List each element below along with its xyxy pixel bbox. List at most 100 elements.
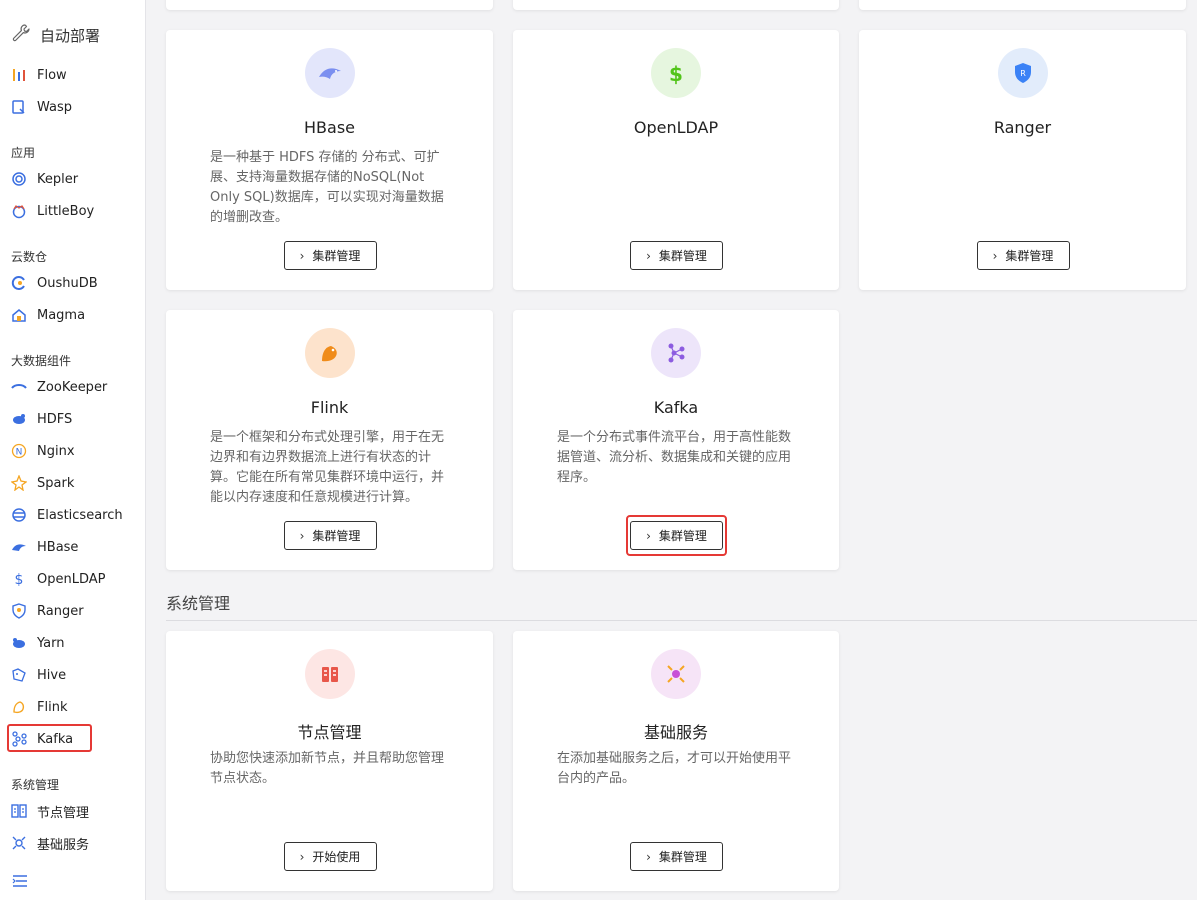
hbase-icon [10,538,28,556]
cluster-manage-button[interactable]: › 集群管理 [630,842,723,871]
card-hbase: HBase 是一种基于 HDFS 存储的 分布式、可扩展、支持海量数据存储的No… [166,30,493,290]
card-description: 协助您快速添加新节点，并且帮助您管理节点状态。 [210,751,445,786]
sidebar-section-system: 系统管理 [11,778,60,792]
sidebar-item-flow[interactable]: Flow [10,63,136,87]
sidebar-item-label: ZooKeeper [37,379,108,395]
base-service-icon [10,834,28,852]
sidebar-item-label: Hive [37,667,67,683]
oushudb-icon [10,274,28,292]
button-label: 集群管理 [1005,249,1054,263]
section-title-system: 系统管理 [166,594,231,613]
card-openldap: $ OpenLDAP › 集群管理 [513,30,839,290]
chevron-right-icon: › [299,849,305,864]
node-management-logo-icon [304,649,355,699]
sidebar-item-magma[interactable]: Magma [10,303,136,327]
sidebar-item-openldap[interactable]: $ OpenLDAP [10,567,136,591]
start-using-button[interactable]: › 开始使用 [283,842,377,871]
chevron-right-icon: › [646,248,651,263]
cluster-manage-button[interactable]: › 集群管理 [283,521,377,550]
card-description: 是一个分布式事件流平台，用于高性能数据管道、流分析、数据集成和关键的应用程序。 [557,430,792,485]
button-label: 集群管理 [658,249,707,263]
sidebar-brand-label: 自动部署 [40,26,101,45]
sidebar: 自动部署 Flow Wasp 应用 Kepler LittleBoy 云数仓 O… [0,0,146,900]
sidebar-kafka-highlight-box [7,724,92,752]
sidebar-item-spark[interactable]: Spark [10,471,136,495]
sidebar-item-label: HDFS [37,411,73,427]
sidebar-item-flink[interactable]: Flink [10,695,136,719]
sidebar-item-label: Elasticsearch [37,507,123,523]
hbase-logo-icon [304,48,355,98]
sidebar-item-label: Flink [37,699,68,715]
card-title: OpenLDAP [633,118,719,137]
sidebar-item-nginx[interactable]: N Nginx [10,439,136,463]
card-title: Flink [310,398,349,417]
cluster-manage-button[interactable]: › 集群管理 [630,241,723,270]
sidebar-item-label: Spark [37,475,75,491]
kafka-logo-icon [651,328,701,378]
sidebar-item-label: Ranger [37,603,84,619]
sidebar-section-warehouse: 云数仓 [11,250,48,264]
menu-toggle-icon[interactable] [12,873,28,889]
littleboy-icon [10,202,28,220]
card-node-management: 节点管理 协助您快速添加新节点，并且帮助您管理节点状态。 › 开始使用 [166,631,493,891]
sidebar-section-apps: 应用 [11,146,36,160]
sidebar-brand[interactable]: 自动部署 [10,23,100,47]
sidebar-item-label: Wasp [37,99,73,115]
openldap-logo-icon: $ [651,48,701,98]
wrench-icon [10,22,32,48]
sidebar-section-bigdata: 大数据组件 [11,354,72,368]
yarn-icon [10,634,28,652]
sidebar-item-label: Kepler [37,171,79,187]
button-label: 集群管理 [658,850,707,864]
sidebar-item-oushudb[interactable]: OushuDB [10,271,136,295]
sidebar-item-littleboy[interactable]: LittleBoy [10,199,136,223]
card-flink: Flink 是一个框架和分布式处理引擎，用于在无边界和有边界数据流上进行有状态的… [166,310,493,570]
sidebar-item-label: Magma [37,307,86,323]
sidebar-item-zookeeper[interactable]: ZooKeeper [10,375,136,399]
card-ranger: R Ranger › 集群管理 [859,30,1186,290]
card-base-service: 基础服务 在添加基础服务之后，才可以开始使用平台内的产品。 › 集群管理 [513,631,839,891]
chevron-right-icon: › [299,248,305,263]
button-label: 集群管理 [312,249,361,263]
kafka-button-highlight-box [626,515,727,556]
kepler-icon [10,170,28,188]
magma-icon [10,306,28,324]
sidebar-item-hive[interactable]: Hive [10,663,136,687]
svg-text:$: $ [669,62,683,86]
ranger-logo-icon: R [997,48,1048,98]
sidebar-item-hbase[interactable]: HBase [10,535,136,559]
sidebar-item-label: 基础服务 [37,837,90,853]
hdfs-icon [10,410,28,428]
flink-icon [10,698,28,716]
cluster-manage-button[interactable]: › 集群管理 [283,241,377,270]
svg-text:R: R [1020,69,1026,78]
elasticsearch-icon [10,506,28,524]
card-title: Ranger [993,118,1052,137]
card-title: 节点管理 [297,723,362,742]
section-divider [166,620,1197,621]
sidebar-item-label: Flow [37,67,67,83]
card-description: 是一个框架和分布式处理引擎，用于在无边界和有边界数据流上进行有状态的计算。它能在… [210,430,445,505]
cluster-manage-button[interactable]: › 集群管理 [976,241,1070,270]
chevron-right-icon: › [299,528,305,543]
sidebar-item-base-service[interactable]: 基础服务 [10,831,136,855]
sidebar-item-kepler[interactable]: Kepler [10,167,136,191]
card-title: 基础服务 [643,723,708,742]
zookeeper-icon [10,378,28,396]
card-partial-2 [513,0,839,10]
sidebar-item-hdfs[interactable]: HDFS [10,407,136,431]
card-title: HBase [304,118,355,137]
sidebar-item-yarn[interactable]: Yarn [10,631,136,655]
sidebar-item-elasticsearch[interactable]: Elasticsearch [10,503,136,527]
sidebar-item-label: OpenLDAP [37,571,106,587]
sidebar-item-wasp[interactable]: Wasp [10,95,136,119]
chevron-right-icon: › [992,248,998,263]
sidebar-item-ranger[interactable]: Ranger [10,599,136,623]
sidebar-item-label: Yarn [37,635,65,651]
ranger-icon [10,602,28,620]
sidebar-item-node-management[interactable]: 节点管理 [10,799,136,823]
button-label: 集群管理 [312,529,361,543]
openldap-icon: $ [10,570,28,588]
button-label: 开始使用 [312,850,361,864]
node-management-icon [10,802,28,820]
